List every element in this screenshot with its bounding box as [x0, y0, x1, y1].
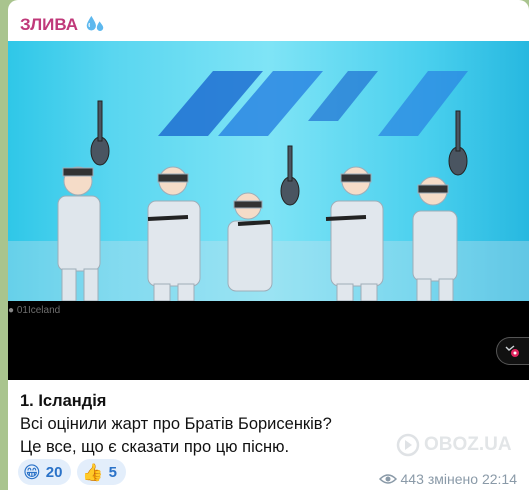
- grinning-face-icon: 😁: [23, 462, 41, 482]
- eye-icon: [378, 474, 397, 484]
- caption-heading: 1. Ісландія: [20, 392, 107, 410]
- reaction-count: 5: [108, 463, 117, 481]
- performer-3: [227, 192, 273, 292]
- site-watermark: OBOZ.UA: [396, 433, 512, 457]
- sweat-droplets-icon: [86, 15, 104, 31]
- message-meta: 443 змінено 22:14: [378, 471, 517, 487]
- channel-name[interactable]: ЗЛИВА: [20, 15, 78, 35]
- site-logo-icon: [396, 433, 420, 457]
- performer-2: [147, 166, 201, 301]
- video-frame[interactable]: [8, 41, 529, 301]
- channel-title[interactable]: ЗЛИВА: [20, 14, 106, 36]
- views-count: 443: [400, 471, 424, 487]
- reaction-count: 20: [45, 463, 63, 481]
- thumbs-up-icon: 👍: [82, 462, 104, 482]
- live-dot-icon: ●: [8, 305, 15, 316]
- stage-scene: [8, 71, 529, 301]
- message-bubble: ЗЛИВА ● 01Iceland 1. Ісландія Всі оцінил…: [8, 0, 529, 490]
- reaction-grin[interactable]: 😁 20: [18, 459, 72, 485]
- video-menu-icon: [505, 345, 519, 357]
- reaction-thumbs-up[interactable]: 👍 5: [77, 459, 126, 485]
- video-menu-button[interactable]: [496, 337, 529, 365]
- broadcast-watermark: ● 01Iceland: [8, 305, 61, 316]
- performer-4: [330, 166, 384, 301]
- edited-timestamp: змінено 22:14: [427, 471, 517, 487]
- reactions-bar: 😁 20 👍 5: [18, 459, 126, 485]
